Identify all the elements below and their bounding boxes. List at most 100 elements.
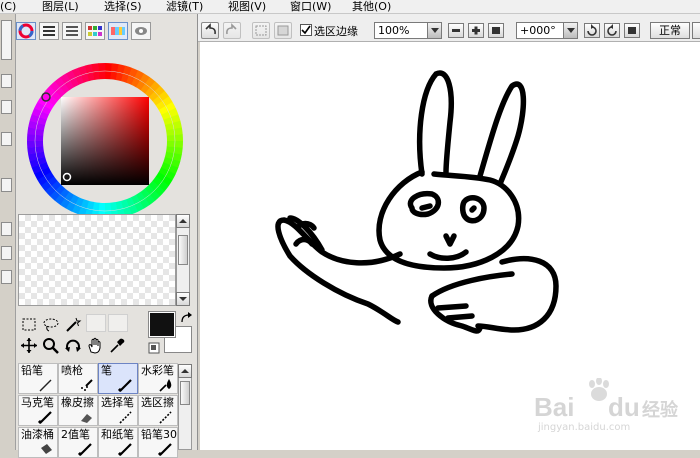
brush-1[interactable]: 铅笔 (18, 363, 58, 394)
hsv-slider-tab[interactable] (62, 22, 82, 40)
deselect-button[interactable] (252, 22, 270, 39)
brush-label: 水彩笔 (141, 364, 174, 377)
move-icon (21, 338, 37, 353)
menu-item-window[interactable]: 窗口(W) (290, 0, 331, 14)
brush-3[interactable]: 笔 (98, 363, 138, 394)
swatch-bar-tab[interactable] (108, 22, 128, 40)
rgb-slider-icon (43, 26, 55, 36)
scratch-area[interactable] (18, 214, 176, 306)
blend-mode-button[interactable]: 正常 (650, 22, 690, 39)
selection-edge-checkbox[interactable] (300, 24, 312, 36)
palette-icon (111, 27, 125, 35)
brush-12[interactable]: 铅笔30 (138, 427, 178, 458)
scroll-thumb[interactable] (178, 235, 188, 265)
menu-item-partial[interactable]: (C) (0, 0, 16, 14)
left-strip-button[interactable] (1, 132, 12, 146)
eyedropper-tool[interactable] (108, 337, 126, 354)
rotate-combo[interactable]: +000° (516, 22, 578, 39)
zoom-icon (43, 338, 59, 354)
plus-icon (472, 26, 480, 35)
drawing-canvas[interactable]: Bai du 经验 jingyan.baidu.com (200, 42, 700, 450)
left-strip-button[interactable] (1, 178, 12, 192)
eyedropper-icon (110, 338, 125, 353)
arrow-up-icon (181, 369, 189, 373)
menu-item-select[interactable]: 选择(S) (104, 0, 142, 14)
swatch-tab[interactable] (85, 22, 105, 40)
undo-button[interactable] (201, 22, 219, 39)
left-strip-button[interactable] (1, 100, 12, 114)
rotate-icon (65, 339, 81, 352)
menu-item-view[interactable]: 视图(V) (228, 0, 266, 14)
brush-scrollbar[interactable] (178, 364, 192, 450)
blend-mode-extra[interactable] (692, 22, 700, 39)
rotate-view-tool[interactable] (64, 337, 82, 354)
rotate-left-button[interactable] (584, 23, 600, 38)
scratch-pad-tab[interactable] (131, 22, 151, 40)
rgb-slider-tab[interactable] (39, 22, 59, 40)
left-strip-button[interactable] (1, 74, 12, 88)
brush-11[interactable]: 和纸笔 (98, 427, 138, 458)
brush-2[interactable]: 喷枪 (58, 363, 98, 394)
primary-color-overlay[interactable] (148, 311, 176, 338)
brush-4[interactable]: 水彩笔 (138, 363, 178, 394)
swap-colors-icon[interactable] (180, 312, 194, 324)
redo-button[interactable] (223, 22, 241, 39)
tool-panel: 铅笔 喷枪 笔 水彩笔马克笔 橡皮擦 选择笔 选区擦油漆桶 2值笔 和纸笔 铅笔30 (16, 14, 198, 458)
brush-5[interactable]: 马克笔 (18, 395, 58, 426)
rect-select-tool[interactable] (20, 316, 38, 333)
brush-label: 铅笔 (21, 364, 43, 377)
menu-item-other[interactable]: 其他(O) (352, 0, 391, 14)
rotate-right-button[interactable] (604, 23, 620, 38)
zoom-tool[interactable] (42, 337, 60, 354)
scroll-up-button[interactable] (176, 214, 190, 228)
hand-tool[interactable] (86, 337, 104, 354)
magic-wand-icon (66, 317, 82, 332)
brush-8[interactable]: 选区擦 (138, 395, 178, 426)
rotate-reset-button[interactable] (624, 23, 640, 38)
zoom-reset-button[interactable] (488, 23, 504, 38)
brush-10[interactable]: 2值笔 (58, 427, 98, 458)
scroll-down-button[interactable] (176, 292, 190, 306)
zoom-out-button[interactable] (448, 23, 464, 38)
arrow-down-icon (179, 297, 187, 301)
menu-item-layer[interactable]: 图层(L) (42, 0, 79, 14)
scroll-up-button[interactable] (178, 364, 192, 378)
brush-label: 铅笔30 (141, 428, 177, 441)
zoom-value: 100% (378, 24, 410, 37)
lasso-icon (43, 318, 59, 332)
brush-label: 选择笔 (101, 396, 134, 409)
color-wheel-icon (18, 23, 34, 39)
watermark-brand: Bai (534, 392, 575, 422)
brush-label: 喷枪 (61, 364, 83, 377)
brush-7[interactable]: 选择笔 (98, 395, 138, 426)
move-tool[interactable] (20, 337, 38, 354)
reset-colors-icon[interactable] (148, 342, 160, 354)
watermark-cn: 经验 (642, 400, 678, 421)
scroll-thumb[interactable] (180, 381, 190, 405)
brush-label: 橡皮擦 (61, 396, 94, 409)
scratch-scrollbar[interactable] (176, 214, 190, 306)
color-wheel-tab[interactable] (16, 22, 36, 40)
brush-9[interactable]: 油漆桶 (18, 427, 58, 458)
checkmark-icon (301, 25, 311, 35)
magic-wand-tool[interactable] (64, 316, 82, 333)
color-wheel[interactable] (22, 62, 188, 220)
left-strip-button[interactable] (1, 270, 12, 284)
rect-select-icon (22, 318, 36, 331)
blend-mode-label: 正常 (659, 24, 681, 37)
rotate-left-icon (587, 24, 597, 36)
left-strip-button[interactable] (1, 246, 12, 260)
canvas-toolbar: 选区边缘 100% +000° 正常 (198, 14, 700, 42)
menu-item-filter[interactable]: 滤镜(T) (166, 0, 203, 14)
selection-edge-label[interactable]: 选区边缘 (314, 23, 358, 39)
hsv-slider-icon (66, 26, 78, 36)
zoom-combo[interactable]: 100% (374, 22, 442, 39)
left-strip-button[interactable] (1, 222, 12, 236)
zoom-in-button[interactable] (468, 23, 484, 38)
left-strip (0, 14, 16, 450)
invert-selection-button[interactable] (274, 22, 292, 39)
brush-6[interactable]: 橡皮擦 (58, 395, 98, 426)
left-strip-button[interactable] (1, 20, 12, 60)
rotate-value: +000° (520, 24, 556, 37)
lasso-tool[interactable] (42, 316, 60, 333)
